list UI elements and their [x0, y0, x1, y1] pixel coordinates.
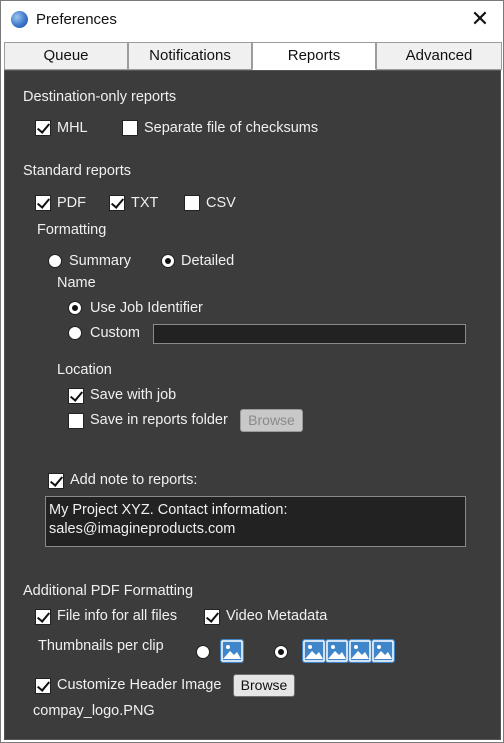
csv-label: CSV	[206, 195, 236, 211]
file-info-label: File info for all files	[57, 608, 178, 624]
multi-thumbnail-image-icon	[371, 639, 395, 663]
app-circle-icon	[11, 11, 28, 28]
separate-checksums-label: Separate file of checksums	[144, 120, 319, 136]
close-icon[interactable]: ✕	[469, 7, 491, 31]
name-heading: Name	[57, 275, 96, 291]
multi-thumbnail-image-icon	[325, 639, 349, 663]
reports-panel: Destination-only reports MHL Separate fi…	[4, 70, 501, 740]
separate-checksums-checkbox[interactable]	[122, 120, 138, 136]
tab-bar: Queue Notifications Reports Advanced	[4, 42, 502, 70]
video-metadata-checkbox[interactable]	[204, 609, 220, 625]
standard-reports-heading: Standard reports	[23, 163, 132, 179]
add-note-label: Add note to reports:	[70, 472, 198, 488]
tab-queue[interactable]: Queue	[4, 42, 128, 70]
pdf-checkbox[interactable]	[35, 195, 51, 211]
save-with-job-checkbox[interactable]	[68, 388, 84, 404]
four-thumbnails-radio[interactable]	[274, 645, 288, 659]
txt-checkbox[interactable]	[109, 195, 125, 211]
destination-only-heading: Destination-only reports	[23, 89, 177, 105]
multi-thumbnail-image-icon	[348, 639, 372, 663]
formatting-heading: Formatting	[37, 222, 107, 238]
pdf-label: PDF	[57, 195, 86, 211]
tab-notifications[interactable]: Notifications	[128, 42, 252, 70]
customize-header-checkbox[interactable]	[35, 678, 51, 694]
detailed-radio[interactable]	[161, 254, 175, 268]
save-with-job-label: Save with job	[90, 387, 177, 403]
save-in-reports-folder-checkbox[interactable]	[68, 413, 84, 429]
one-thumbnail-radio[interactable]	[196, 645, 210, 659]
thumbnails-label: Thumbnails per clip	[38, 638, 164, 654]
tab-advanced[interactable]: Advanced	[376, 42, 502, 70]
custom-name-label: Custom	[90, 325, 140, 341]
tab-reports[interactable]: Reports	[252, 42, 376, 70]
location-heading: Location	[57, 362, 112, 378]
video-metadata-label: Video Metadata	[226, 608, 328, 624]
custom-name-radio[interactable]	[68, 326, 82, 340]
detailed-label: Detailed	[181, 253, 235, 269]
multi-thumbnail-image-icon	[302, 639, 326, 663]
title-bar: Preferences ✕	[1, 1, 503, 39]
report-note-textarea[interactable]: My Project XYZ. Contact information: sal…	[45, 496, 466, 547]
summary-radio[interactable]	[48, 254, 62, 268]
custom-name-input[interactable]	[153, 324, 466, 344]
single-thumbnail-image-icon	[220, 639, 244, 663]
file-info-checkbox[interactable]	[35, 609, 51, 625]
header-image-filename: compay_logo.PNG	[33, 703, 155, 719]
mhl-checkbox[interactable]	[35, 120, 51, 136]
txt-label: TXT	[131, 195, 159, 211]
reports-folder-browse-button[interactable]: Browse	[240, 409, 303, 432]
use-job-identifier-label: Use Job Identifier	[90, 300, 203, 316]
window-title: Preferences	[36, 11, 117, 28]
save-in-reports-folder-label: Save in reports folder	[90, 412, 228, 428]
mhl-label: MHL	[57, 120, 88, 136]
summary-label: Summary	[69, 253, 132, 269]
header-image-browse-button[interactable]: Browse	[233, 674, 295, 697]
add-note-checkbox[interactable]	[48, 473, 64, 489]
additional-pdf-heading: Additional PDF Formatting	[23, 583, 194, 599]
preferences-window: Preferences ✕ Queue Notifications Report…	[0, 0, 504, 743]
customize-header-label: Customize Header Image	[57, 677, 222, 693]
csv-checkbox[interactable]	[184, 195, 200, 211]
use-job-identifier-radio[interactable]	[68, 301, 82, 315]
